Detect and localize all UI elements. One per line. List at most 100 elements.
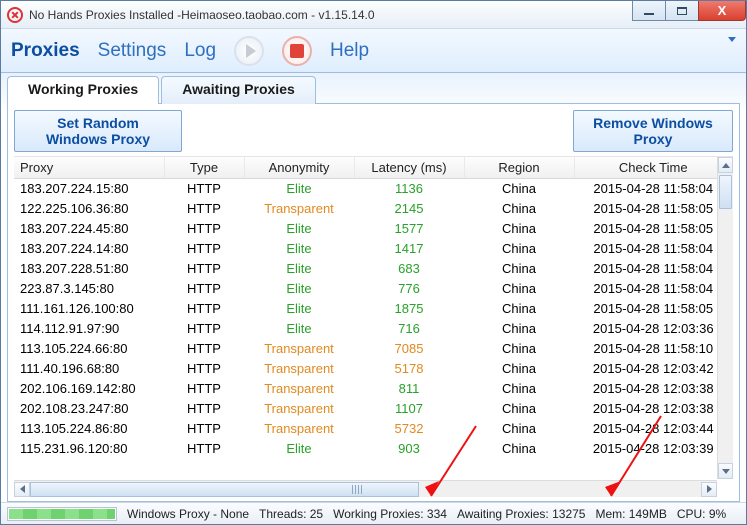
scroll-up-button[interactable]	[718, 157, 733, 173]
status-working: Working Proxies: 334	[333, 507, 447, 521]
cell-region: China	[464, 299, 574, 319]
cell-checktime: 2015-04-28 12:03:36	[574, 319, 733, 339]
remove-proxy-button[interactable]: Remove Windows Proxy	[573, 110, 733, 152]
table-row[interactable]: 114.112.91.97:90HTTPElite716China2015-04…	[14, 319, 733, 339]
nav-settings[interactable]: Settings	[98, 40, 167, 62]
cell-anonymity: Elite	[244, 439, 354, 459]
cell-type: HTTP	[164, 319, 244, 339]
cell-type: HTTP	[164, 399, 244, 419]
cell-region: China	[464, 179, 574, 199]
table-row[interactable]: 113.105.224.86:80HTTPTransparent5732Chin…	[14, 419, 733, 439]
cell-proxy: 183.207.224.14:80	[14, 239, 164, 259]
cell-anonymity: Transparent	[244, 399, 354, 419]
col-checktime[interactable]: Check Time	[574, 157, 733, 179]
cell-proxy: 183.207.224.45:80	[14, 219, 164, 239]
status-windows-proxy: Windows Proxy - None	[127, 507, 249, 521]
chevron-up-icon	[722, 163, 730, 168]
stop-button[interactable]	[282, 36, 312, 66]
cell-checktime: 2015-04-28 11:58:04	[574, 259, 733, 279]
titlebar[interactable]: No Hands Proxies Installed -Heimaoseo.ta…	[1, 1, 746, 29]
cell-region: China	[464, 339, 574, 359]
stop-icon	[290, 44, 304, 58]
cell-anonymity: Transparent	[244, 199, 354, 219]
app-icon	[7, 7, 23, 23]
cell-anonymity: Elite	[244, 219, 354, 239]
minimize-button[interactable]	[632, 1, 666, 21]
scroll-down-button[interactable]	[718, 463, 733, 479]
table-row[interactable]: 115.231.96.120:80HTTPElite903China2015-0…	[14, 439, 733, 459]
cell-proxy: 202.106.169.142:80	[14, 379, 164, 399]
main-toolbar: Proxies Settings Log Help	[1, 29, 746, 73]
cell-region: China	[464, 399, 574, 419]
tab-working-proxies[interactable]: Working Proxies	[7, 76, 159, 104]
status-bar: Windows Proxy - None Threads: 25 Working…	[1, 502, 746, 524]
cell-type: HTTP	[164, 379, 244, 399]
cell-checktime: 2015-04-28 12:03:38	[574, 379, 733, 399]
cell-latency: 5732	[354, 419, 464, 439]
scroll-left-button[interactable]	[14, 482, 30, 497]
cell-region: China	[464, 259, 574, 279]
cell-anonymity: Elite	[244, 279, 354, 299]
scroll-thumb-vertical[interactable]	[719, 175, 732, 209]
table-row[interactable]: 111.161.126.100:80HTTPElite1875China2015…	[14, 299, 733, 319]
cell-latency: 776	[354, 279, 464, 299]
cell-anonymity: Elite	[244, 299, 354, 319]
status-threads: Threads: 25	[259, 507, 323, 521]
cell-anonymity: Elite	[244, 319, 354, 339]
play-button[interactable]	[234, 36, 264, 66]
cell-anonymity: Elite	[244, 239, 354, 259]
nav-help[interactable]: Help	[330, 40, 369, 62]
cell-checktime: 2015-04-28 11:58:04	[574, 179, 733, 199]
cell-region: China	[464, 319, 574, 339]
col-latency[interactable]: Latency (ms)	[354, 157, 464, 179]
cell-type: HTTP	[164, 299, 244, 319]
cell-latency: 7085	[354, 339, 464, 359]
table-row[interactable]: 111.40.196.68:80HTTPTransparent5178China…	[14, 359, 733, 379]
table-row[interactable]: 183.207.224.45:80HTTPElite1577China2015-…	[14, 219, 733, 239]
table-row[interactable]: 202.108.23.247:80HTTPTransparent1107Chin…	[14, 399, 733, 419]
status-awaiting: Awaiting Proxies: 13275	[457, 507, 586, 521]
table-row[interactable]: 183.207.224.14:80HTTPElite1417China2015-…	[14, 239, 733, 259]
table-header-row[interactable]: Proxy Type Anonymity Latency (ms) Region…	[14, 157, 733, 179]
cell-latency: 2145	[354, 199, 464, 219]
cell-proxy: 113.105.224.66:80	[14, 339, 164, 359]
table-row[interactable]: 122.225.106.36:80HTTPTransparent2145Chin…	[14, 199, 733, 219]
cell-checktime: 2015-04-28 12:03:42	[574, 359, 733, 379]
horizontal-scrollbar[interactable]	[14, 480, 717, 497]
cell-proxy: 114.112.91.97:90	[14, 319, 164, 339]
table-row[interactable]: 202.106.169.142:80HTTPTransparent811Chin…	[14, 379, 733, 399]
cell-checktime: 2015-04-28 11:58:04	[574, 279, 733, 299]
cell-anonymity: Transparent	[244, 379, 354, 399]
cell-latency: 1577	[354, 219, 464, 239]
cell-checktime: 2015-04-28 12:03:38	[574, 399, 733, 419]
maximize-button[interactable]	[665, 1, 699, 21]
tab-awaiting-proxies[interactable]: Awaiting Proxies	[161, 76, 316, 104]
cell-latency: 903	[354, 439, 464, 459]
table-row[interactable]: 113.105.224.66:80HTTPTransparent7085Chin…	[14, 339, 733, 359]
proxy-table-wrap: Proxy Type Anonymity Latency (ms) Region…	[14, 156, 733, 497]
set-random-proxy-button[interactable]: Set Random Windows Proxy	[14, 110, 182, 152]
col-anonymity[interactable]: Anonymity	[244, 157, 354, 179]
table-row[interactable]: 223.87.3.145:80HTTPElite776China2015-04-…	[14, 279, 733, 299]
cell-proxy: 111.40.196.68:80	[14, 359, 164, 379]
content-area: Working Proxies Awaiting Proxies Set Ran…	[1, 73, 746, 502]
cell-proxy: 122.225.106.36:80	[14, 199, 164, 219]
col-region[interactable]: Region	[464, 157, 574, 179]
cell-type: HTTP	[164, 339, 244, 359]
cell-latency: 5178	[354, 359, 464, 379]
cell-checktime: 2015-04-28 11:58:05	[574, 299, 733, 319]
table-row[interactable]: 183.207.224.15:80HTTPElite1136China2015-…	[14, 179, 733, 199]
close-button[interactable]: X	[698, 1, 746, 21]
col-proxy[interactable]: Proxy	[14, 157, 164, 179]
table-row[interactable]: 183.207.228.51:80HTTPElite683China2015-0…	[14, 259, 733, 279]
vertical-scrollbar[interactable]	[717, 157, 733, 479]
nav-proxies[interactable]: Proxies	[11, 40, 80, 62]
cell-region: China	[464, 379, 574, 399]
cell-latency: 683	[354, 259, 464, 279]
window-title: No Hands Proxies Installed -Heimaoseo.ta…	[29, 8, 375, 22]
toolbar-menu-caret[interactable]	[726, 42, 736, 60]
scroll-right-button[interactable]	[701, 482, 717, 497]
col-type[interactable]: Type	[164, 157, 244, 179]
cell-checktime: 2015-04-28 12:03:44	[574, 419, 733, 439]
nav-log[interactable]: Log	[184, 40, 216, 62]
